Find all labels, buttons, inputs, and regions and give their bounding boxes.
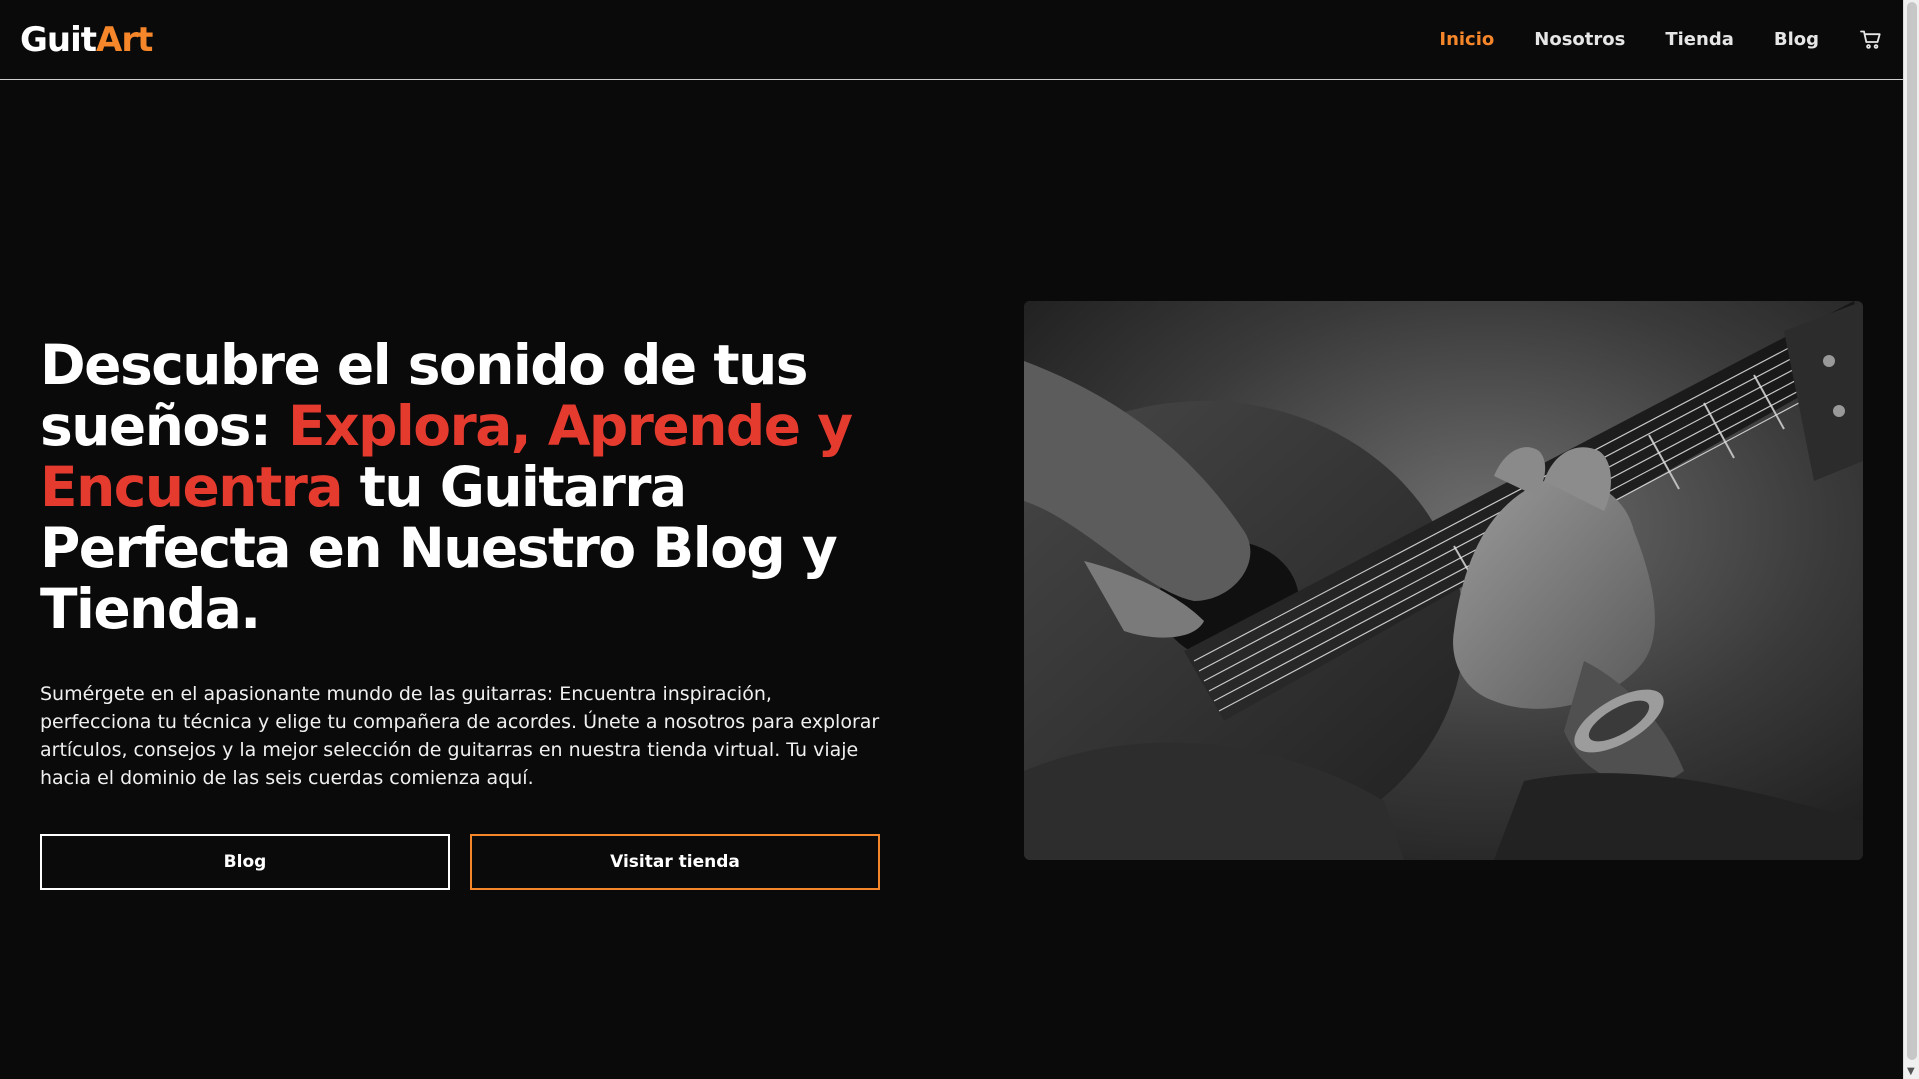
nav-item-tienda[interactable]: Tienda [1665,29,1734,50]
hero-headline: Descubre el sonido de tus sueños: Explor… [40,335,900,640]
blog-button[interactable]: Blog [40,834,450,890]
cart-icon[interactable] [1859,28,1883,52]
scroll-down-arrow-icon[interactable]: ▼ [1907,1067,1915,1077]
visit-store-button[interactable]: Visitar tienda [470,834,880,890]
brand-logo[interactable]: Guit Art [20,19,153,60]
hero-description: Sumérgete en el apasionante mundo de las… [40,683,880,789]
scrollbar[interactable]: ▼ [1903,0,1919,1079]
main-nav: Inicio Nosotros Tienda Blog [1439,28,1883,52]
guitar-player-photo [1024,301,1863,860]
nav-item-blog[interactable]: Blog [1774,29,1819,50]
navbar: Guit Art Inicio Nosotros Tienda Blog [0,0,1903,80]
hero-buttons: Blog Visitar tienda [40,834,900,890]
brand-name-part2: Art [96,19,153,60]
nav-item-nosotros[interactable]: Nosotros [1534,29,1625,50]
brand-name-part1: Guit [20,19,97,60]
hero-section: Descubre el sonido de tus sueños: Explor… [40,335,900,890]
page: Guit Art Inicio Nosotros Tienda Blog Desc… [0,0,1919,1079]
scrollbar-thumb[interactable] [1907,2,1917,1060]
nav-item-inicio[interactable]: Inicio [1439,29,1494,50]
